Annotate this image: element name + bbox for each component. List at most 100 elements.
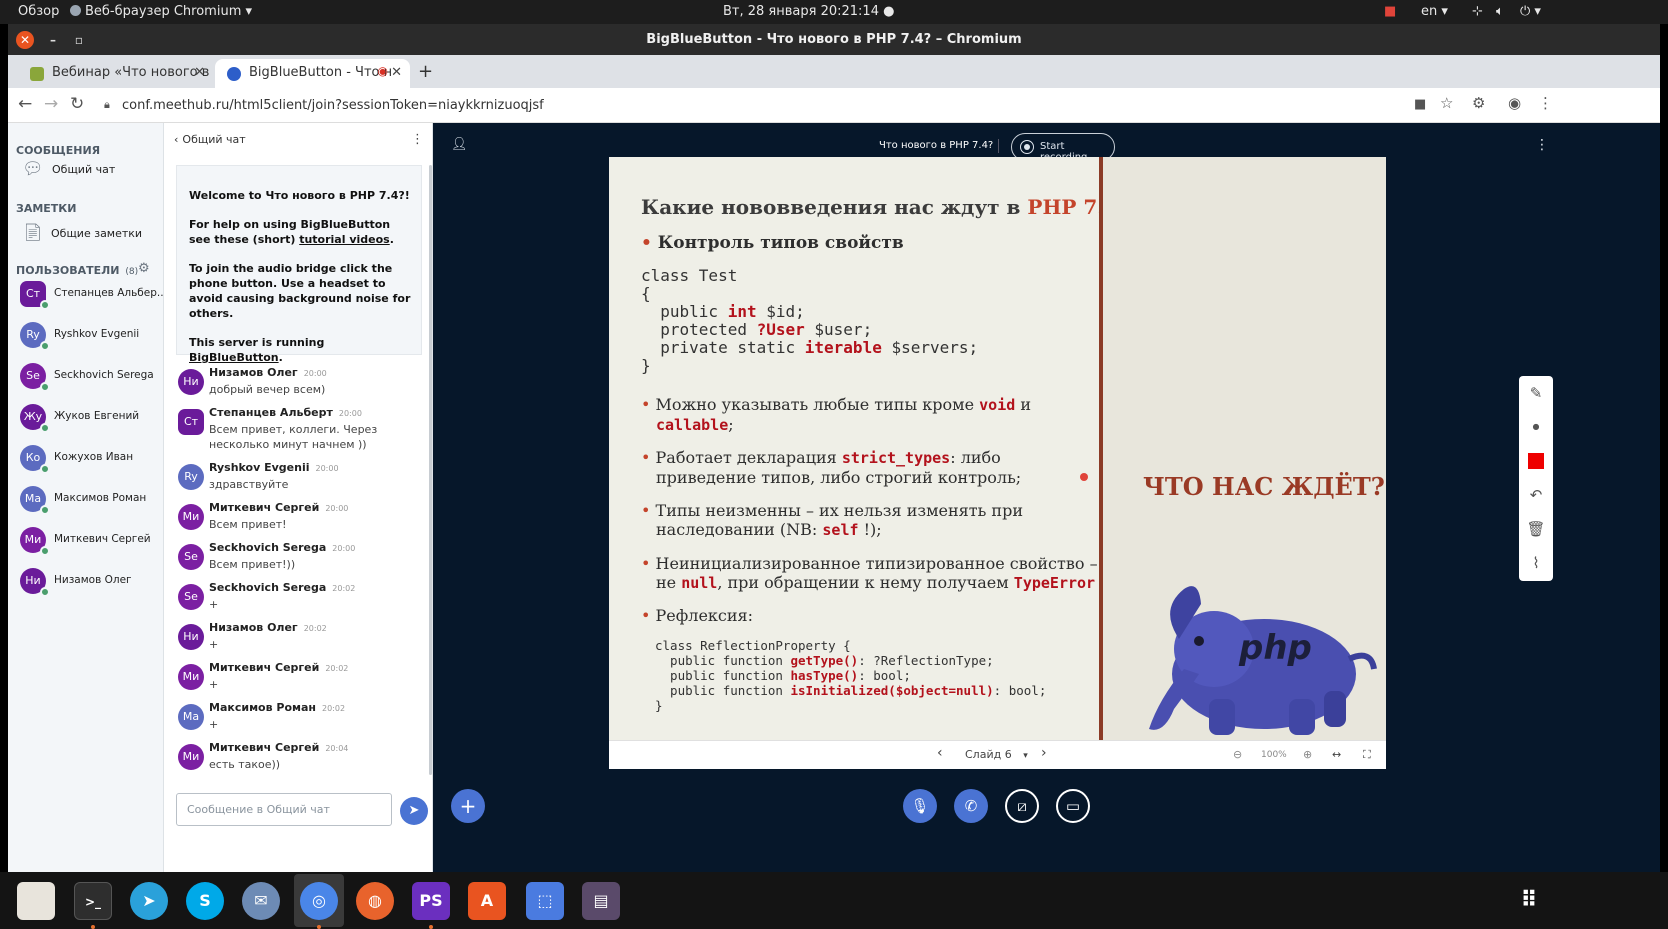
files-icon[interactable]: [17, 882, 55, 920]
close-tab-icon[interactable]: ✕: [194, 65, 205, 80]
trash-icon[interactable]: 🗑︎: [1526, 519, 1546, 539]
chat-message-input[interactable]: Сообщение в Общий чат: [176, 793, 392, 826]
message-author-name: Низамов Олег: [209, 621, 298, 634]
php-logo-text: php: [1238, 628, 1312, 668]
user-list-item[interactable]: Ст Степанцев Альбер...: [16, 279, 167, 313]
reload-icon[interactable]: ↻: [70, 94, 84, 114]
code-part: public function: [655, 668, 791, 683]
message-author-name: Seckhovich Serega: [209, 581, 327, 594]
code-part: protected: [641, 320, 757, 339]
user-list-item[interactable]: Жу Жуков Евгений: [16, 402, 160, 436]
pencil-tool-icon[interactable]: ✎: [1526, 383, 1546, 403]
code-line: public function isInitialized($object=nu…: [655, 683, 1046, 698]
app-menu[interactable]: Веб-браузер Chromium ▾: [70, 4, 252, 19]
show-applications-icon[interactable]: ⠿: [1510, 882, 1548, 920]
actions-plus-button[interactable]: +: [451, 789, 485, 823]
options-menu-icon[interactable]: ⋮: [1535, 137, 1549, 153]
audio-help-text: To join the audio bridge click the phone…: [189, 262, 411, 320]
thickness-dot-icon[interactable]: ●: [1526, 417, 1546, 437]
video-editor-icon[interactable]: ▤: [582, 882, 620, 920]
fullscreen-icon[interactable]: ⛶: [1363, 748, 1371, 762]
slide-selector[interactable]: Слайд 6 ▾: [965, 748, 1028, 761]
tutorial-videos-link[interactable]: tutorial videos: [299, 233, 390, 246]
chevron-left-icon[interactable]: ‹: [174, 133, 178, 146]
chat-header[interactable]: ‹ Общий чат: [174, 133, 246, 146]
public-chat-item[interactable]: 💬︎ Общий чат: [16, 157, 160, 187]
slide-heading: Какие нововведения нас ждут в PHP 7.4?: [641, 195, 1130, 219]
new-tab-icon[interactable]: +: [418, 61, 433, 82]
bookmark-star-icon[interactable]: ☆: [1440, 94, 1453, 112]
user-list-toggle-icon[interactable]: 👤︎: [451, 137, 468, 152]
screenshot-tool-icon[interactable]: ⬚: [526, 882, 564, 920]
user-list-item[interactable]: Ни Низамов Олег: [16, 566, 160, 600]
forward-icon[interactable]: →: [44, 94, 58, 114]
share-screen-button[interactable]: ▭: [1056, 789, 1090, 823]
chat-options-icon[interactable]: ⋮: [411, 132, 424, 147]
leave-audio-button[interactable]: ✆: [954, 789, 988, 823]
phpstorm-icon[interactable]: PS: [412, 882, 450, 920]
user-list-item[interactable]: Ко Кожухов Иван: [16, 443, 160, 477]
terminal-icon[interactable]: >_: [74, 882, 112, 920]
audio-status-icon: [40, 341, 50, 351]
chat-scrollbar[interactable]: [429, 165, 432, 775]
message-text: +: [209, 718, 219, 731]
message-time: 20:02: [325, 664, 349, 673]
message-text: +: [209, 638, 219, 651]
slide-number: Слайд 6: [965, 748, 1012, 761]
language-switch[interactable]: en ▾: [1421, 4, 1448, 19]
telegram-icon[interactable]: ➤: [130, 882, 168, 920]
chromium-icon: [70, 5, 81, 16]
send-message-button[interactable]: ➤: [400, 797, 428, 825]
color-picker[interactable]: [1526, 451, 1546, 471]
power-icon[interactable]: ⏻ ▾: [1520, 4, 1541, 19]
shared-notes-item[interactable]: 📄︎ Общие заметки: [16, 221, 160, 251]
user-list-item[interactable]: Ми Миткевич Сергей: [16, 525, 160, 559]
undo-icon[interactable]: ↶: [1526, 485, 1546, 505]
tab-webinar[interactable]: Вебинар «Что нового в Р ✕: [18, 59, 213, 88]
activities-button[interactable]: Обзор: [18, 4, 59, 19]
back-icon[interactable]: ←: [18, 94, 32, 114]
camera-in-use-icon[interactable]: ■: [1414, 97, 1426, 112]
message-text: есть такое)): [209, 758, 281, 771]
message-text: Всем привет, коллеги. Через несколько ми…: [209, 423, 378, 451]
firefox-icon[interactable]: ◍: [356, 882, 394, 920]
address-bar[interactable]: 🔒︎ conf.meethub.ru/html5client/join?sess…: [102, 93, 1402, 117]
network-icon[interactable]: ⊹: [1472, 4, 1483, 19]
chat-bubble-icon: 💬︎: [22, 159, 44, 179]
clock[interactable]: Вт, 28 января 20:21:14 ●: [723, 4, 894, 19]
fit-width-icon[interactable]: ↔: [1332, 748, 1341, 761]
volume-icon[interactable]: 🔈︎: [1496, 4, 1504, 19]
mail-icon[interactable]: ✉: [242, 882, 280, 920]
code-line: }: [641, 356, 651, 375]
user-list-item[interactable]: Se Seckhovich Serega: [16, 361, 160, 395]
audio-status-icon: [40, 464, 50, 474]
multi-user-whiteboard-icon[interactable]: ⌇: [1526, 553, 1546, 573]
skype-icon[interactable]: S: [186, 882, 224, 920]
user-list-item[interactable]: Ма Максимов Роман: [16, 484, 160, 518]
software-center-icon[interactable]: A: [468, 882, 506, 920]
code-line: public int $id;: [641, 303, 978, 321]
code-keyword: self: [822, 521, 859, 539]
user-list-item[interactable]: Ry Ryshkov Evgenii: [16, 320, 160, 354]
user-settings-gear-icon[interactable]: ⚙: [138, 261, 150, 276]
slide-right-title: ЧТО НАС ЖДЁТ?: [1143, 472, 1385, 501]
next-slide-icon[interactable]: ›: [1041, 745, 1047, 761]
zoom-in-icon[interactable]: ⊕: [1303, 748, 1312, 761]
message-text: Всем привет!: [209, 518, 287, 531]
presentation-area: 👤︎ Что нового в PHP 7.4? Start recording…: [433, 123, 1660, 872]
close-tab-icon[interactable]: ✕: [391, 65, 402, 80]
camera-indicator-icon[interactable]: ■: [1384, 4, 1396, 19]
chat-message: Ма Максимов Роман 20:02 +: [176, 701, 426, 737]
message-time: 20:00: [338, 409, 362, 418]
extension-icon[interactable]: ⚙: [1472, 94, 1485, 112]
bigbluebutton-link[interactable]: BigBlueButton: [189, 351, 279, 364]
chromium-dock-icon[interactable]: ◎: [300, 882, 338, 920]
mute-button[interactable]: 🎙︎: [903, 789, 937, 823]
tab-bigbluebutton[interactable]: BigBlueButton - Что н ◉ ✕: [215, 59, 410, 88]
previous-slide-icon[interactable]: ‹: [937, 745, 943, 761]
menu-icon[interactable]: ⋮: [1538, 94, 1553, 112]
zoom-out-icon[interactable]: ⊖: [1233, 748, 1242, 761]
share-webcam-button[interactable]: ⧄: [1005, 789, 1039, 823]
profile-icon[interactable]: ◉: [1508, 94, 1521, 112]
code-block-1: class Test { public int $id; protected ?…: [641, 267, 978, 375]
